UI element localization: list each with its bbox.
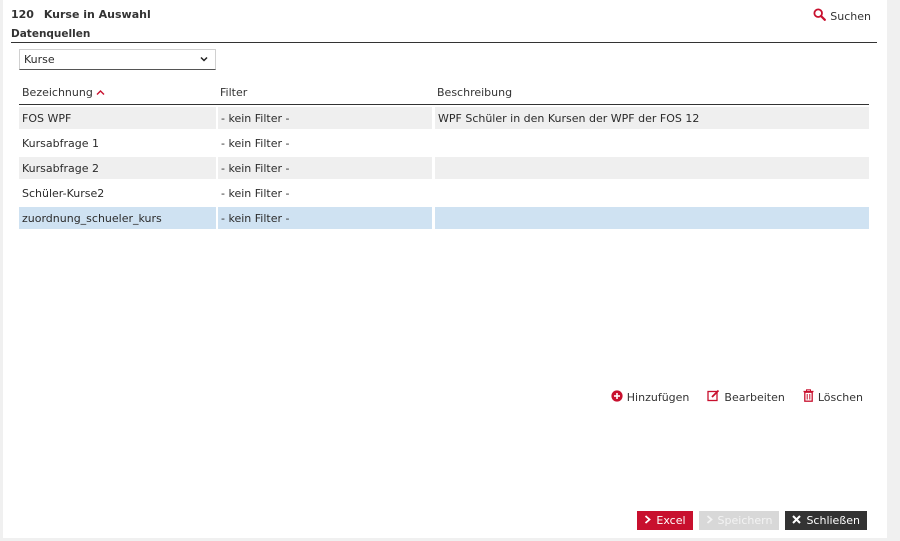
cell-name: FOS WPF <box>19 107 216 129</box>
add-label: Hinzufügen <box>626 390 690 404</box>
count-number: 120 <box>11 8 34 21</box>
table-row[interactable]: Kursabfrage 2 - kein Filter - <box>19 155 869 180</box>
selection-count: 120 Kurse in Auswahl <box>11 8 151 21</box>
cell-name: zuordnung_schueler_kurs <box>19 207 216 229</box>
table-row-selected[interactable]: zuordnung_schueler_kurs - kein Filter - <box>19 205 869 230</box>
column-label: Filter <box>220 86 248 99</box>
edit-label: Bearbeiten <box>724 390 785 404</box>
cell-name: Schüler-Kurse2 <box>22 186 105 200</box>
cell-filter: - kein Filter - <box>221 186 290 200</box>
header-row: 120 Kurse in Auswahl Suchen <box>11 8 871 24</box>
close-icon <box>792 514 802 527</box>
search-icon <box>813 8 827 24</box>
add-button[interactable]: Hinzufügen <box>611 389 690 405</box>
excel-label: Excel <box>656 514 686 527</box>
trash-icon <box>803 389 814 405</box>
count-title: Kurse in Auswahl <box>43 8 151 21</box>
cell-filter: - kein Filter - <box>221 136 290 150</box>
cell-name: Kursabfrage 1 <box>22 136 99 150</box>
divider <box>11 42 877 43</box>
datasource-table: Bezeichnung Filter Beschreibung FOS WPF … <box>19 80 869 230</box>
dialog-panel: 120 Kurse in Auswahl Suchen Datenquellen… <box>3 0 887 538</box>
table-row[interactable]: Schüler-Kurse2 - kein Filter - <box>19 180 869 205</box>
select-value: Kurse <box>24 53 55 66</box>
footer-buttons: Excel Speichern Schließen <box>637 511 867 530</box>
cell-description <box>435 207 869 229</box>
chevron-down-icon <box>199 54 209 67</box>
excel-button[interactable]: Excel <box>637 511 693 530</box>
delete-button[interactable]: Löschen <box>803 389 863 405</box>
edit-icon <box>707 389 720 405</box>
cell-description <box>435 132 869 154</box>
sort-ascending-icon <box>96 86 105 99</box>
edit-button[interactable]: Bearbeiten <box>707 389 785 405</box>
close-label: Schließen <box>806 514 860 527</box>
cell-filter: - kein Filter - <box>218 207 432 229</box>
column-label: Bezeichnung <box>22 86 93 99</box>
table-row[interactable]: FOS WPF - kein Filter - WPF Schüler in d… <box>19 105 869 130</box>
cell-filter: - kein Filter - <box>218 107 432 129</box>
search-button[interactable]: Suchen <box>813 8 871 24</box>
datasource-select[interactable]: Kurse <box>19 49 216 70</box>
cell-description <box>435 182 869 204</box>
column-label: Beschreibung <box>437 86 513 99</box>
column-header-bezeichnung[interactable]: Bezeichnung <box>22 86 105 99</box>
section-title: Datenquellen <box>11 28 91 40</box>
chevron-right-icon <box>706 514 713 527</box>
save-button[interactable]: Speichern <box>698 511 780 530</box>
plus-circle-icon <box>611 389 623 405</box>
cell-name: Kursabfrage 2 <box>19 157 216 179</box>
save-label: Speichern <box>717 514 773 527</box>
cell-description <box>435 157 869 179</box>
close-button[interactable]: Schließen <box>785 511 867 530</box>
table-actions: Hinzufügen Bearbeiten Löschen <box>611 389 863 405</box>
delete-label: Löschen <box>817 390 863 404</box>
column-header-beschreibung[interactable]: Beschreibung <box>437 86 512 99</box>
table-header: Bezeichnung Filter Beschreibung <box>19 80 869 105</box>
cell-description: WPF Schüler in den Kursen der WPF der FO… <box>435 107 869 129</box>
table-row[interactable]: Kursabfrage 1 - kein Filter - <box>19 130 869 155</box>
column-header-filter[interactable]: Filter <box>220 86 247 99</box>
chevron-right-icon <box>644 514 652 527</box>
search-label: Suchen <box>830 9 871 23</box>
cell-filter: - kein Filter - <box>218 157 432 179</box>
